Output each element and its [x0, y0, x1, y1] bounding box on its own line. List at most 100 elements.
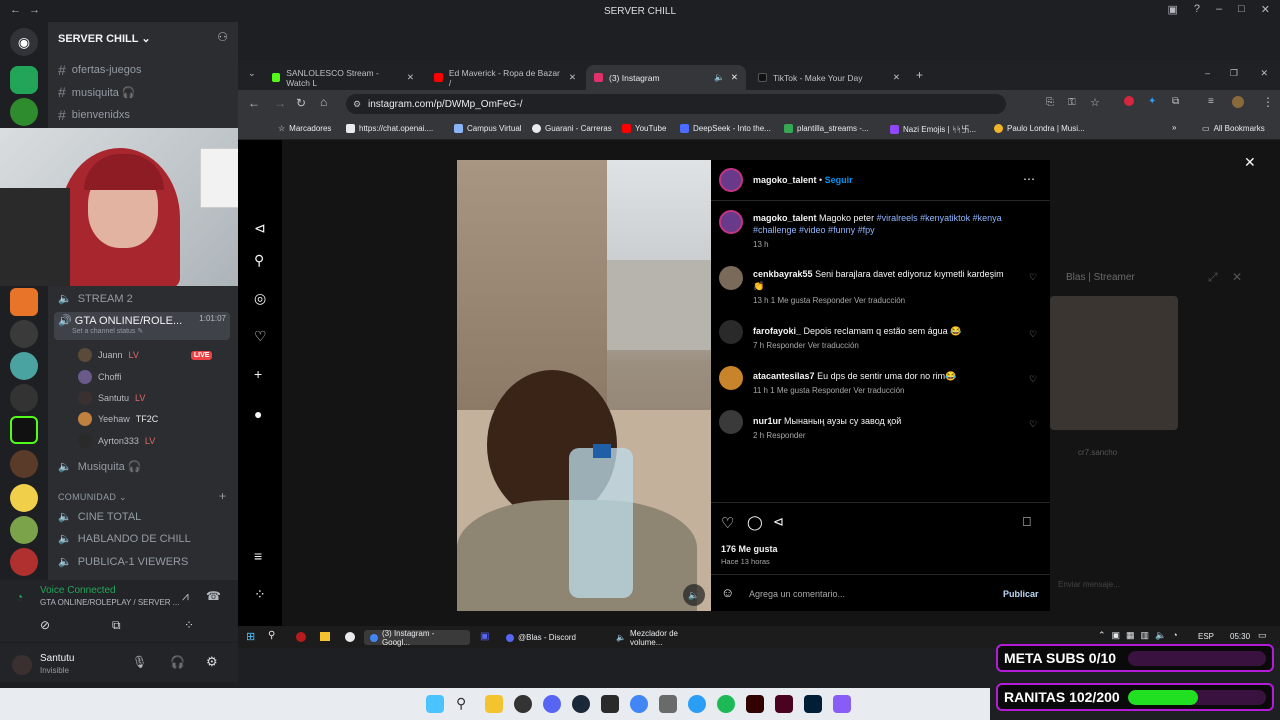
- voice-user[interactable]: Choffi: [78, 370, 121, 384]
- channel-publica-1-viewers[interactable]: 🔈 PUBLICA-1 VIEWERS: [58, 555, 234, 569]
- reload-icon[interactable]: ↻: [296, 96, 306, 110]
- maximize-button[interactable]: □: [1238, 3, 1245, 16]
- tab-tiktok[interactable]: TikTok - Make Your Day ✕: [750, 65, 908, 90]
- avatar[interactable]: [12, 655, 32, 675]
- voice-channel-stream2[interactable]: 🔈 STREAM 2: [58, 292, 234, 306]
- server-icon[interactable]: [10, 352, 38, 380]
- close-tab-icon[interactable]: ✕: [731, 72, 738, 83]
- username[interactable]: Santutu: [40, 653, 74, 664]
- emoji-icon[interactable]: ☺: [721, 585, 734, 600]
- add-member-icon[interactable]: ⚇: [217, 30, 228, 44]
- channel-ofertas-juegos[interactable]: # ofertas-juegos: [58, 62, 234, 78]
- publish-button[interactable]: Publicar: [1003, 589, 1039, 599]
- app-icon[interactable]: ▣: [480, 631, 489, 642]
- address-bar[interactable]: ⚙ instagram.com/p/DWMp_OmFeG-/: [346, 94, 1006, 114]
- nav-arrows[interactable]: ←→: [10, 4, 48, 16]
- explorer-icon[interactable]: [485, 695, 503, 713]
- app-icon[interactable]: [296, 632, 306, 642]
- close-button[interactable]: ✕: [1261, 3, 1270, 16]
- taskbar-volume-mixer[interactable]: 🔈 Mezclador de volume...: [610, 629, 716, 647]
- bookmark-item[interactable]: Paulo Londra | Musi...: [994, 124, 1085, 133]
- close-post-icon[interactable]: ✕: [1244, 154, 1256, 171]
- category-comunidad[interactable]: COMUNIDAD ⌄: [58, 492, 127, 503]
- server-icon[interactable]: [10, 416, 38, 444]
- popout-close-icon[interactable]: ✕: [1232, 270, 1242, 284]
- tray-icons[interactable]: ⌃▣▦▥🔈◔: [1098, 630, 1184, 641]
- likes-count[interactable]: 176 Me gusta: [721, 544, 778, 554]
- photoshop-icon[interactable]: [804, 695, 822, 713]
- disconnect-icon[interactable]: ☎: [206, 589, 221, 603]
- save-icon[interactable]: ⎕: [1023, 514, 1031, 530]
- server-icon[interactable]: [10, 66, 38, 94]
- avatar[interactable]: [719, 266, 743, 290]
- indesign-icon[interactable]: [775, 695, 793, 713]
- headphones-icon[interactable]: 🎧: [170, 655, 185, 669]
- profile-avatar[interactable]: [1232, 96, 1244, 108]
- channel-bienvenidxs[interactable]: # bienvenidxs: [58, 107, 234, 123]
- follow-button[interactable]: Seguir: [825, 175, 853, 185]
- chrome-icon[interactable]: [630, 695, 648, 713]
- extension-icon[interactable]: [1124, 96, 1134, 106]
- add-channel-icon[interactable]: +: [219, 489, 226, 503]
- maximize-button[interactable]: ❐: [1230, 68, 1238, 79]
- video-off-icon[interactable]: ⊘: [40, 618, 50, 632]
- audio-icon[interactable]: 🔈: [714, 72, 725, 83]
- tab-instagram[interactable]: (3) Instagram 🔈 ✕: [586, 65, 746, 90]
- spotify-icon[interactable]: [717, 695, 735, 713]
- more-options-icon[interactable]: ⋯: [1023, 172, 1035, 186]
- post-account[interactable]: magoko_talent: [753, 175, 817, 185]
- heart-icon[interactable]: ♡: [254, 328, 267, 345]
- voice-user[interactable]: Santutu LV: [78, 391, 145, 405]
- avatar[interactable]: [719, 410, 743, 434]
- search-icon[interactable]: ⚲: [268, 630, 275, 641]
- back-icon[interactable]: ←: [248, 96, 260, 110]
- app-icon[interactable]: [659, 695, 677, 713]
- notification-icon[interactable]: ▭: [1258, 630, 1267, 641]
- taskbar-discord[interactable]: @Blas - Discord: [500, 630, 604, 645]
- like-comment-icon[interactable]: ♡: [1029, 272, 1037, 283]
- channel-status[interactable]: Set a channel status ✎: [58, 327, 226, 335]
- voice-channel-musiquita[interactable]: 🔈 Musiquita 🎧: [58, 460, 234, 473]
- bookmark-item[interactable]: Nazi Emojis | ᛋᛋ卐...: [890, 124, 976, 135]
- bookmark-item[interactable]: ☆ Marcadores: [278, 124, 331, 133]
- close-tab-icon[interactable]: ✕: [893, 72, 900, 83]
- settings-gear-icon[interactable]: ⚙: [206, 654, 218, 670]
- close-tab-icon[interactable]: ✕: [569, 72, 576, 83]
- inbox-icon[interactable]: ▣: [1167, 3, 1177, 16]
- channel-musiquita[interactable]: # musiquita 🎧: [58, 84, 234, 100]
- install-icon[interactable]: ⎘: [1046, 97, 1054, 108]
- mute-icon[interactable]: 🔈: [683, 584, 705, 606]
- voice-channel-gta[interactable]: 🔊 GTA ONLINE/ROLE... 1:01:07 Set a channe…: [54, 312, 230, 340]
- voice-user[interactable]: Juann LV LIVE: [78, 348, 213, 362]
- obs-icon[interactable]: [514, 695, 532, 713]
- tab-search-icon[interactable]: ⌄: [248, 68, 256, 79]
- minimize-button[interactable]: –: [1205, 68, 1210, 78]
- site-info-icon[interactable]: ⚙: [353, 99, 361, 110]
- extensions-icon[interactable]: ⧉: [1172, 96, 1179, 107]
- bookmark-item[interactable]: https://chat.openai....: [346, 124, 433, 133]
- server-icon[interactable]: [10, 484, 38, 512]
- popout-expand-icon[interactable]: ⤢: [1208, 270, 1218, 285]
- language-indicator[interactable]: ESP: [1198, 632, 1214, 641]
- screen-share-icon[interactable]: ⧉: [112, 618, 121, 633]
- server-icon[interactable]: [10, 548, 38, 576]
- profile-icon[interactable]: ●: [254, 406, 262, 422]
- server-icon[interactable]: [10, 516, 38, 544]
- search-icon[interactable]: ⚲: [254, 252, 264, 269]
- avatar[interactable]: [719, 210, 743, 234]
- bookmark-item[interactable]: YouTube: [622, 124, 666, 133]
- server-icon[interactable]: [10, 450, 38, 478]
- avatar[interactable]: [719, 320, 743, 344]
- close-window-button[interactable]: ✕: [1260, 68, 1268, 79]
- noise-suppression-icon[interactable]: ⩘: [182, 589, 189, 604]
- popout-message-input[interactable]: Enviar mensaje...: [1058, 580, 1120, 589]
- all-bookmarks[interactable]: ▭ All Bookmarks: [1202, 124, 1265, 133]
- password-icon[interactable]: ⚿: [1068, 97, 1076, 108]
- server-icon[interactable]: [10, 288, 38, 316]
- create-icon[interactable]: +: [254, 366, 262, 382]
- voice-user[interactable]: Ayrton333 LV: [78, 434, 155, 448]
- channel-cine-total[interactable]: 🔈 CINE TOTAL: [58, 510, 234, 524]
- compass-icon[interactable]: ◎: [254, 290, 266, 307]
- media-icon[interactable]: ≡: [1208, 96, 1214, 107]
- discord-home-icon[interactable]: ◉: [10, 28, 38, 56]
